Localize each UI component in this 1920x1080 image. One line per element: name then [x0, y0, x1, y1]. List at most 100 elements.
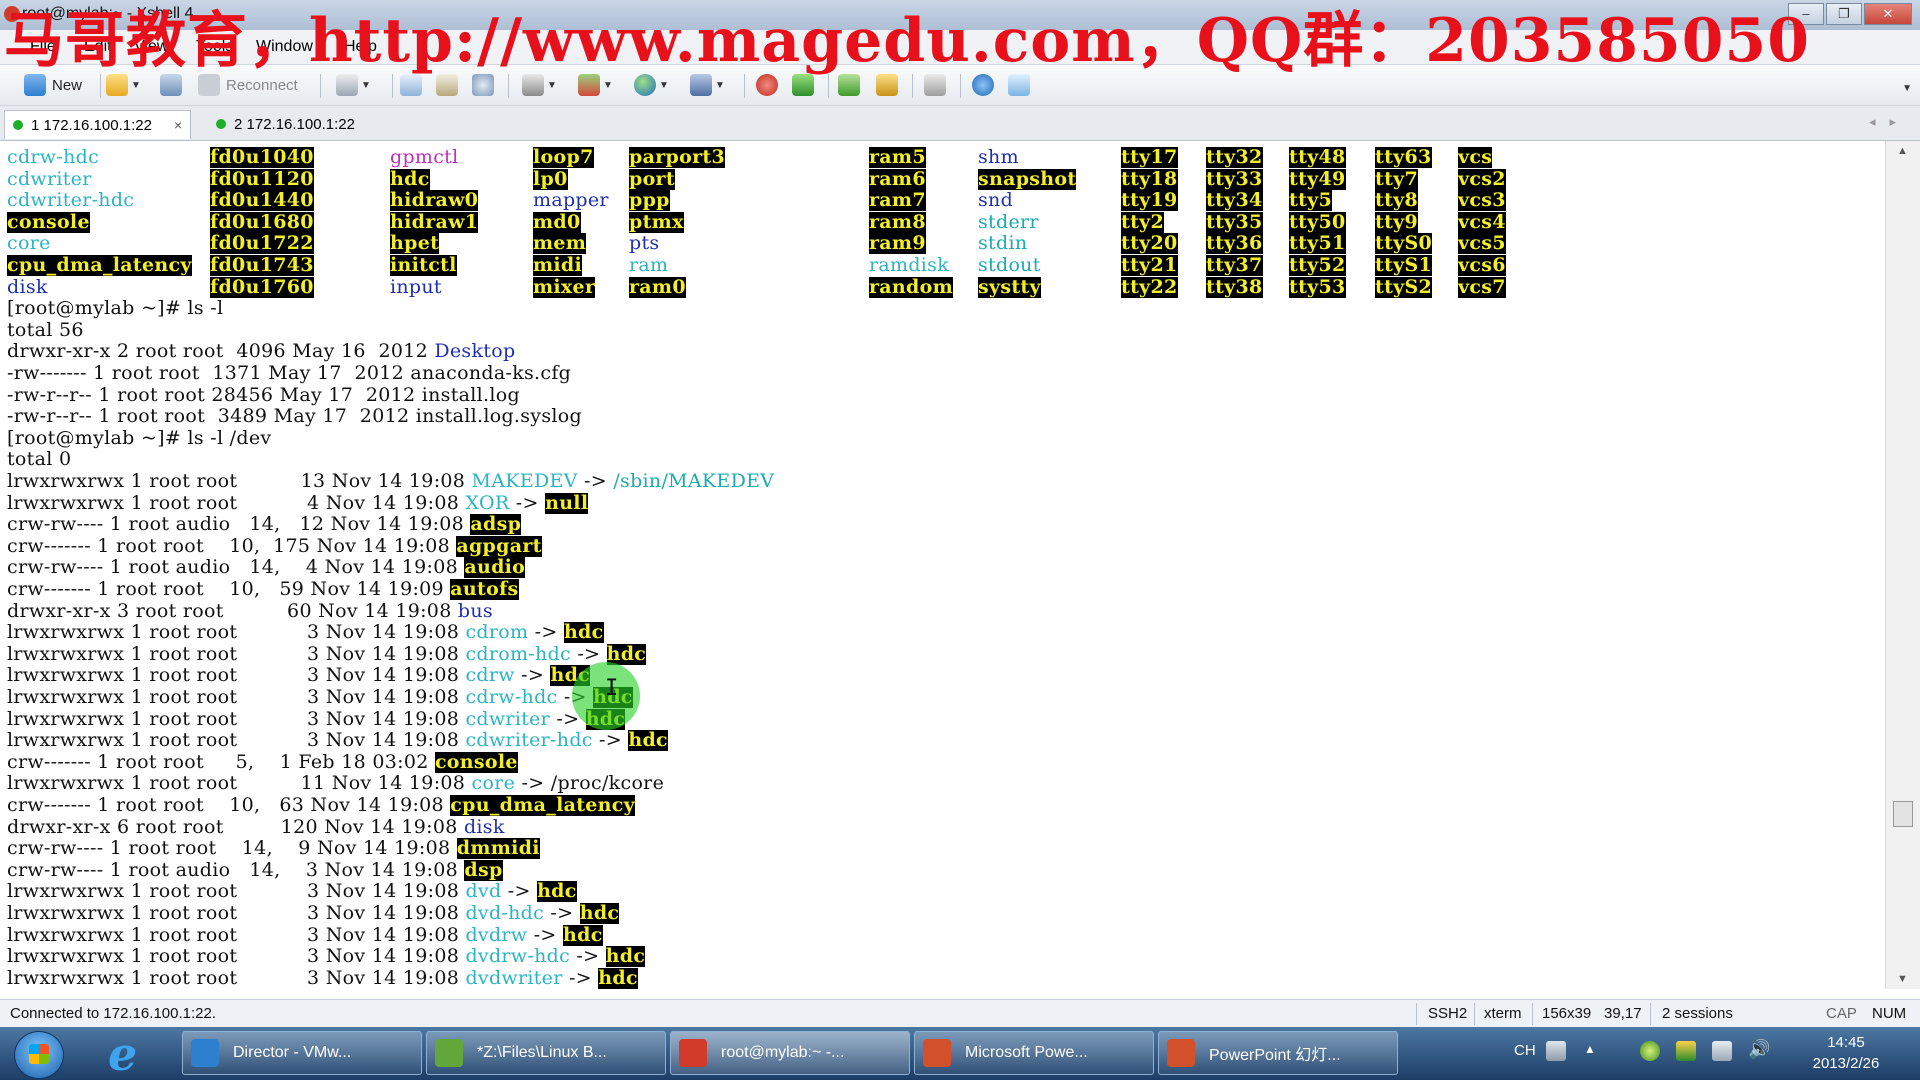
dev-listing-entry: snapshot — [978, 167, 1077, 190]
dev-listing-entry: ttyS0 — [1375, 232, 1433, 255]
dev-listing-entry: hpet — [390, 232, 440, 255]
terminal-text-segment: autofs — [450, 578, 519, 600]
dev-listing-entry: tty7 — [1375, 167, 1419, 190]
terminal-text-segment: crw------- 1 root root 10, 63 Nov 14 19:… — [7, 794, 451, 816]
terminal-text-segment: -> — [501, 880, 538, 903]
dev-listing-entry: fd0u1680 — [210, 210, 314, 233]
taskbar-button-label: PowerPoint 幻灯... — [1209, 1047, 1341, 1064]
terminal-line: lrwxrwxrwx 1 root root 3 Nov 14 19:08 dv… — [7, 967, 638, 989]
terminal-text-segment: cdwriter-hdc — [465, 729, 593, 752]
dev-listing-entry: vcs6 — [1458, 254, 1506, 276]
restore-button[interactable]: ❐ — [1826, 3, 1862, 25]
terminal-line: drwxr-xr-x 2 root root 4096 May 16 2012 … — [7, 341, 515, 362]
tab-label: 2 172.16.100.1:22 — [234, 115, 355, 133]
dev-listing-entry: tty52 — [1289, 254, 1346, 276]
dev-listing-entry: console — [7, 210, 90, 233]
dev-listing-entry: port — [629, 167, 675, 190]
tray-arrow-icon[interactable]: ▲ — [1584, 1042, 1596, 1056]
windows-taskbar: e Director - VMw... *Z:\Files\Linux B... r… — [0, 1027, 1920, 1080]
clock-date: 2013/2/26 — [1812, 1055, 1880, 1072]
volume-icon[interactable]: 🔊 — [1748, 1039, 1770, 1060]
system-clock[interactable]: 14:45 2013/2/26 — [1796, 1032, 1896, 1074]
dev-listing-entry: tty37 — [1206, 254, 1263, 276]
toolbar-overflow-icon[interactable]: ▼ — [1902, 83, 1912, 94]
dev-listing-entry: ram7 — [869, 189, 926, 212]
terminal-line: lrwxrwxrwx 1 root root 3 Nov 14 19:08 cd… — [7, 621, 604, 644]
protocol-indicator: SSH2 — [1428, 1005, 1468, 1022]
dev-listing-entry: lp0 — [533, 167, 568, 190]
dev-listing-entry: tty34 — [1206, 189, 1263, 212]
dev-listing-entry: disk — [7, 275, 48, 298]
dev-listing-entry: tty63 — [1375, 146, 1432, 168]
terminal-line: lrwxrwxrwx 1 root root 13 Nov 14 19:08 M… — [7, 471, 774, 492]
terminal-text-segment: crw------- 1 root root 10, 175 Nov 14 19… — [7, 534, 457, 557]
close-button[interactable]: ✕ — [1864, 3, 1912, 25]
dev-listing-entry: tty17 — [1121, 146, 1178, 168]
dev-listing-entry: cpu_dma_latency — [7, 254, 192, 276]
dev-listing-entry: tty18 — [1121, 167, 1178, 190]
dev-listing-entry: ttyS2 — [1375, 275, 1433, 298]
terminal-text-segment: hdc — [605, 945, 646, 968]
dev-listing-entry: ttyS1 — [1375, 254, 1433, 276]
plus-tray-icon[interactable] — [1640, 1041, 1660, 1061]
powerpoint-icon — [923, 1039, 951, 1067]
terminal-text-segment: -> — [577, 470, 614, 492]
screen: root@mylab:~ - Xshell 4 – ❐ ✕ File Edit … — [0, 0, 1920, 1080]
nvidia-tray-icon[interactable] — [1676, 1041, 1696, 1061]
dev-listing-entry: fd0u1440 — [210, 189, 314, 212]
dev-listing-entry: tty20 — [1121, 232, 1178, 255]
dev-listing-entry: mixer — [533, 275, 596, 298]
dev-listing-entry: parport3 — [629, 146, 725, 168]
terminal-text-segment: lrwxrwxrwx 1 root root 4 Nov 14 19:08 — [7, 491, 466, 514]
terminal-output[interactable]: cdrw-hdc fd0u1040 gpmctl loop7 parport3 ram5 s… — [0, 141, 1886, 989]
dev-listing-entry: tty22 — [1121, 275, 1178, 298]
tab-session-2[interactable]: 2 172.16.100.1:22 — [208, 110, 363, 138]
dev-listing-entry: ptmx — [629, 210, 684, 233]
connected-status-icon — [216, 119, 226, 129]
terminal-text-segment: adsp — [470, 513, 522, 536]
dev-listing-entry: vcs7 — [1458, 275, 1506, 298]
start-button[interactable] — [14, 1031, 64, 1079]
dev-listing-entry: ram — [629, 254, 669, 276]
cursor-position: 39,17 — [1604, 1005, 1642, 1022]
terminal-type: xterm — [1484, 1005, 1522, 1022]
tab-session-1[interactable]: 1 172.16.100.1:22 × — [4, 110, 192, 139]
internet-explorer-icon[interactable]: e — [108, 1031, 150, 1077]
terminal-text-segment: hdc — [563, 621, 604, 644]
taskbar-button[interactable]: Microsoft Powe... — [914, 1031, 1154, 1075]
text-cursor-icon: I — [605, 676, 619, 701]
taskbar-button[interactable]: root@mylab:~ -... — [670, 1031, 910, 1075]
terminal-line: -rw-r--r-- 1 root root 3489 May 17 2012 … — [7, 406, 582, 427]
status-divider — [1532, 1003, 1533, 1025]
session-tab-bar: 1 172.16.100.1:22 × 2 172.16.100.1:22 ◂▸ — [0, 106, 1920, 141]
terminal-line: crw-rw---- 1 root audio 14, 12 Nov 14 19… — [7, 513, 522, 536]
network-tray-icon[interactable] — [1712, 1041, 1732, 1061]
taskbar-button[interactable]: *Z:\Files\Linux B... — [426, 1031, 666, 1075]
terminal-text-segment: [root@mylab ~]# ls -l /dev — [7, 426, 272, 449]
scroll-up-icon[interactable]: ▲ — [1897, 145, 1908, 157]
tab-scroll-arrows-icon[interactable]: ◂▸ — [1869, 114, 1910, 130]
dev-listing-entry: ram5 — [869, 146, 926, 168]
taskbar-button[interactable]: Director - VMw... — [182, 1031, 422, 1075]
keyboard-tray-icon[interactable] — [1546, 1041, 1566, 1061]
language-indicator[interactable]: CH — [1514, 1042, 1536, 1059]
taskbar-button-label: root@mylab:~ -... — [721, 1044, 845, 1061]
terminal-line: crw------- 1 root root 10, 175 Nov 14 19… — [7, 534, 542, 557]
terminal-line: crw-rw---- 1 root root 14, 9 Nov 14 19:0… — [7, 838, 540, 860]
terminal-text-segment: dsp — [464, 858, 503, 881]
num-lock-indicator: NUM — [1872, 1005, 1907, 1022]
terminal-scrollbar[interactable]: ▲ ▼ — [1885, 141, 1920, 989]
scroll-down-icon[interactable]: ▼ — [1897, 973, 1908, 985]
scrollbar-thumb[interactable] — [1893, 801, 1913, 827]
dev-listing-entry: stderr — [978, 210, 1039, 233]
terminal-text-segment: lrwxrwxrwx 1 root root 3 Nov 14 19:08 — [7, 902, 466, 924]
terminal-text-segment: /sbin/MAKEDEV — [613, 470, 775, 492]
taskbar-button[interactable]: PowerPoint 幻灯... — [1158, 1031, 1398, 1075]
dev-listing-entry: vcs5 — [1458, 232, 1506, 255]
terminal-text-segment: cdrw-hdc — [465, 686, 558, 708]
terminal-text-segment: crw-rw---- 1 root audio 14, 12 Nov 14 19… — [7, 513, 471, 536]
close-tab-icon[interactable]: × — [174, 117, 182, 133]
terminal-line: lrwxrwxrwx 1 root root 3 Nov 14 19:08 cd… — [7, 665, 591, 687]
terminal-text-segment: drwxr-xr-x 3 root root 60 Nov 14 19:08 — [7, 599, 458, 622]
dev-listing-entry: input — [390, 275, 442, 298]
